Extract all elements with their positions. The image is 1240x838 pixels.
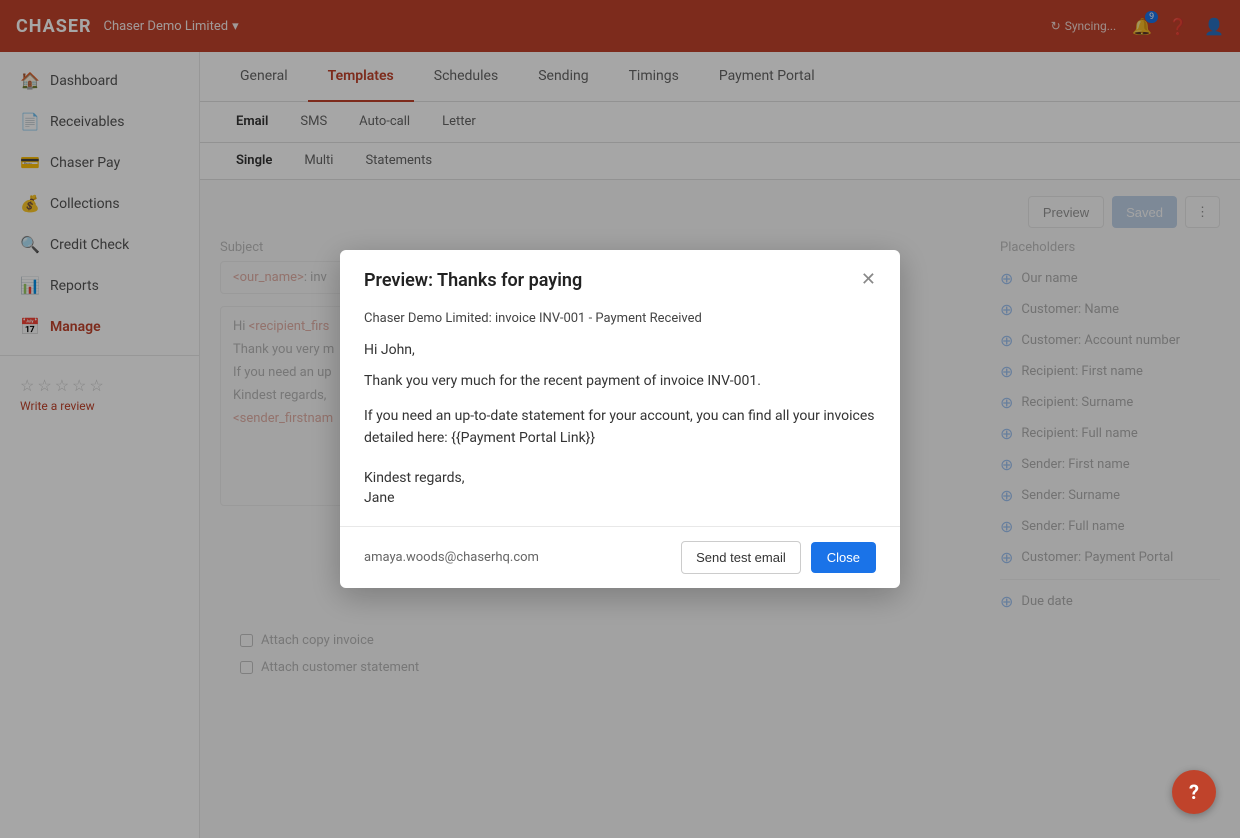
email-subject: Chaser Demo Limited: invoice INV-001 - P… xyxy=(364,311,876,326)
help-fab-button[interactable]: ? xyxy=(1172,770,1216,814)
modal-footer: amaya.woods@chaserhq.com Send test email… xyxy=(340,526,900,588)
email-signature: Jane xyxy=(364,490,876,506)
test-email-address: amaya.woods@chaserhq.com xyxy=(364,550,539,565)
email-greeting: Hi John, xyxy=(364,342,876,358)
modal-header: Preview: Thanks for paying ✕ xyxy=(340,250,900,307)
modal-title: Preview: Thanks for paying xyxy=(364,270,582,291)
email-body1: Thank you very much for the recent payme… xyxy=(364,370,876,392)
modal-body: Chaser Demo Limited: invoice INV-001 - P… xyxy=(340,307,900,525)
close-modal-button[interactable]: Close xyxy=(811,542,876,573)
preview-modal: Preview: Thanks for paying ✕ Chaser Demo… xyxy=(340,250,900,587)
send-test-email-button[interactable]: Send test email xyxy=(681,541,801,574)
modal-overlay[interactable]: Preview: Thanks for paying ✕ Chaser Demo… xyxy=(0,0,1240,838)
modal-close-button[interactable]: ✕ xyxy=(861,270,876,288)
email-body2: If you need an up-to-date statement for … xyxy=(364,405,876,450)
email-closing: Kindest regards, xyxy=(364,470,876,486)
